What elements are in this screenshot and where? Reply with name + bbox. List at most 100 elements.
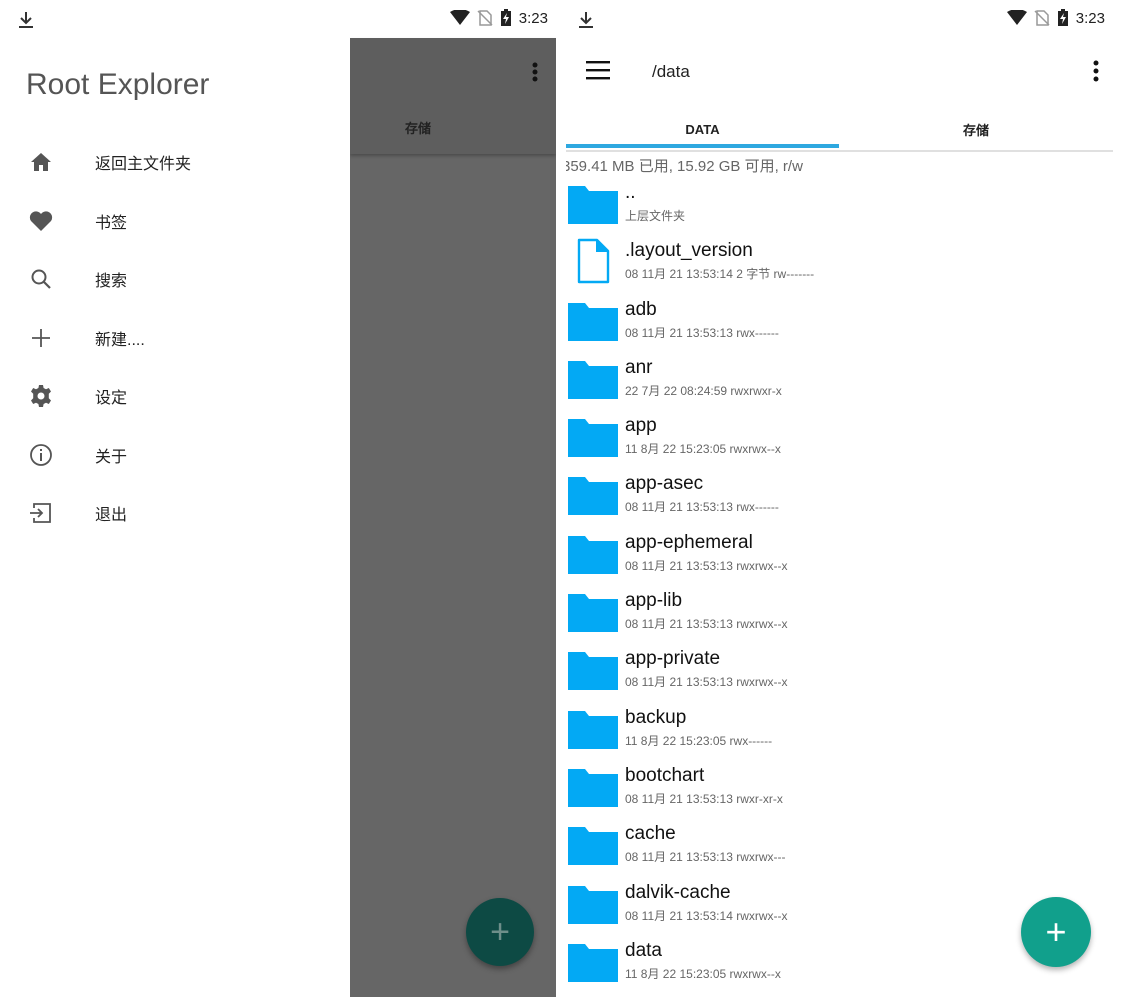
more-vert-icon xyxy=(532,62,538,82)
folder-icon xyxy=(568,301,618,341)
file-name: anr xyxy=(625,356,653,378)
drawer-item-label: 关于 xyxy=(95,448,128,466)
file-name: adb xyxy=(625,298,657,320)
file-row[interactable]: app 11 8月 22 15:23:05 rwxrwx--x xyxy=(566,413,1123,471)
drawer-item-label: 设定 xyxy=(95,390,128,408)
file-name: app-lib xyxy=(625,590,683,612)
drawer-item-bookmarks[interactable]: 书签 xyxy=(0,192,350,251)
folder-icon xyxy=(568,767,618,807)
file-meta: 11 8月 22 15:23:05 rwxrwx--x xyxy=(625,966,781,981)
drawer-item-home[interactable]: 返回主文件夹 xyxy=(0,133,350,192)
dimmed-tab-storage: 存储 xyxy=(405,121,432,136)
clock: 3:23 xyxy=(1075,9,1105,27)
file-meta: 08 11月 21 13:53:13 rwx------ xyxy=(625,500,779,515)
file-name: .. xyxy=(625,182,636,203)
folder-icon xyxy=(568,942,618,982)
file-meta: 08 11月 21 13:53:13 rwxrwx--- xyxy=(625,850,786,865)
file-row[interactable]: .. 上层文件夹 xyxy=(566,180,1123,238)
wifi-icon xyxy=(449,10,470,25)
drawer-menu: 返回主文件夹 书签 搜索 新建.... 设定 关于 退出 xyxy=(0,133,350,543)
dimmed-fab-add: + xyxy=(466,898,534,966)
wifi-icon xyxy=(1006,10,1027,25)
folder-icon xyxy=(568,184,618,224)
folder-icon xyxy=(568,650,618,691)
storage-info: 359.41 MB 已用, 15.92 GB 可用, r/w xyxy=(566,158,803,175)
download-icon xyxy=(579,12,593,28)
tab-divider xyxy=(566,150,1113,152)
file-meta: 08 11月 21 13:53:13 rwxr-xr-x xyxy=(625,791,783,806)
file-name: app-asec xyxy=(625,473,704,495)
file-row[interactable]: app-ephemeral 08 11月 21 13:53:13 rwxrwx--… xyxy=(566,530,1123,588)
menu-icon[interactable] xyxy=(586,60,610,80)
file-meta: 08 11月 21 13:53:14 2 字节 rw------- xyxy=(625,267,815,282)
file-name: backup xyxy=(625,706,687,728)
file-meta: 11 8月 22 15:23:05 rwxrwx--x xyxy=(625,442,781,457)
exit-icon xyxy=(27,499,55,527)
file-row[interactable]: app-asec 08 11月 21 13:53:13 rwx------ xyxy=(566,471,1123,529)
right-screen: 3:23 /data DATA 存储 359.41 MB 已用, 15.92 G… xyxy=(566,0,1123,997)
current-path: /data xyxy=(652,62,690,81)
dimmed-tab-bar: 存储 xyxy=(350,38,556,154)
file-name: app-private xyxy=(625,648,721,670)
file-row[interactable]: cache 08 11月 21 13:53:13 rwxrwx--- xyxy=(566,821,1123,879)
folder-icon xyxy=(568,709,618,749)
scrim-overlay[interactable]: 存储 + xyxy=(350,38,556,997)
file-row[interactable]: bootchart 08 11月 21 13:53:13 rwxr-xr-x xyxy=(566,763,1123,821)
file-name: dalvik-cache xyxy=(625,881,731,903)
folder-icon xyxy=(568,475,618,516)
folder-icon xyxy=(568,359,618,399)
no-sim-icon xyxy=(1034,10,1050,26)
left-screen: 3:23 存储 + Root Explorer 返回主文件夹 书签 搜索 新建.… xyxy=(0,0,556,997)
folder-icon xyxy=(568,884,618,924)
fab-add-button[interactable]: + xyxy=(1021,897,1091,967)
gear-icon xyxy=(27,382,55,410)
no-sim-icon xyxy=(477,10,493,26)
file-meta: 08 11月 21 13:53:13 rwxrwx--x xyxy=(625,617,788,632)
more-vert-icon[interactable] xyxy=(1093,60,1099,82)
drawer-item-label: 新建.... xyxy=(95,331,145,349)
drawer-item-label: 书签 xyxy=(95,214,128,232)
status-bar: 3:23 xyxy=(566,0,1123,38)
tab-indicator xyxy=(566,144,839,148)
file-icon xyxy=(568,238,618,284)
drawer-item-exit[interactable]: 退出 xyxy=(0,484,350,543)
plus-icon xyxy=(27,324,55,352)
drawer-item-about[interactable]: 关于 xyxy=(0,426,350,485)
download-icon xyxy=(19,12,33,28)
search-icon xyxy=(27,265,55,293)
file-row[interactable]: .layout_version 08 11月 21 13:53:14 2 字节 r… xyxy=(566,238,1123,296)
status-bar: 3:23 xyxy=(0,0,556,38)
drawer-item-settings[interactable]: 设定 xyxy=(0,367,350,426)
clock: 3:23 xyxy=(518,9,548,27)
home-icon xyxy=(27,148,55,176)
file-list: .. 上层文件夹 .layout_version 08 11月 21 13:53:14… xyxy=(566,180,1123,996)
file-meta: 08 11月 21 13:53:13 rwx------ xyxy=(625,325,779,340)
file-row[interactable]: anr 22 7月 22 08:24:59 rwxrwxr-x xyxy=(566,355,1123,413)
folder-icon xyxy=(568,417,618,458)
file-name: bootchart xyxy=(625,764,705,786)
folder-icon xyxy=(568,534,618,574)
tab-storage[interactable]: 存储 xyxy=(839,106,1113,152)
file-name: app-ephemeral xyxy=(625,531,753,553)
file-meta: 22 7月 22 08:24:59 rwxrwxr-x xyxy=(625,383,782,398)
drawer-item-label: 退出 xyxy=(95,507,128,525)
app-bar: /data xyxy=(566,38,1123,106)
drawer-item-search[interactable]: 搜索 xyxy=(0,250,350,309)
file-meta: 08 11月 21 13:53:13 rwxrwx--x xyxy=(625,675,788,690)
navigation-drawer: Root Explorer 返回主文件夹 书签 搜索 新建.... 设定 关于 … xyxy=(0,38,350,997)
info-icon xyxy=(27,441,55,469)
heart-icon xyxy=(27,207,55,235)
file-row[interactable]: backup 11 8月 22 15:23:05 rwx------ xyxy=(566,705,1123,763)
drawer-item-new[interactable]: 新建.... xyxy=(0,309,350,368)
file-row[interactable]: app-lib 08 11月 21 13:53:13 rwxrwx--x xyxy=(566,588,1123,646)
battery-charging-icon xyxy=(500,9,511,26)
drawer-item-label: 返回主文件夹 xyxy=(95,156,192,174)
file-row[interactable]: app-private 08 11月 21 13:53:13 rwxrwx--x xyxy=(566,646,1123,704)
file-name: .layout_version xyxy=(625,240,753,262)
drawer-title: Root Explorer xyxy=(26,68,210,101)
file-meta: 08 11月 21 13:53:14 rwxrwx--x xyxy=(625,908,788,923)
folder-icon xyxy=(568,825,618,866)
file-meta: 08 11月 21 13:53:13 rwxrwx--x xyxy=(625,558,788,573)
file-row[interactable]: adb 08 11月 21 13:53:13 rwx------ xyxy=(566,297,1123,355)
file-name: cache xyxy=(625,823,676,845)
